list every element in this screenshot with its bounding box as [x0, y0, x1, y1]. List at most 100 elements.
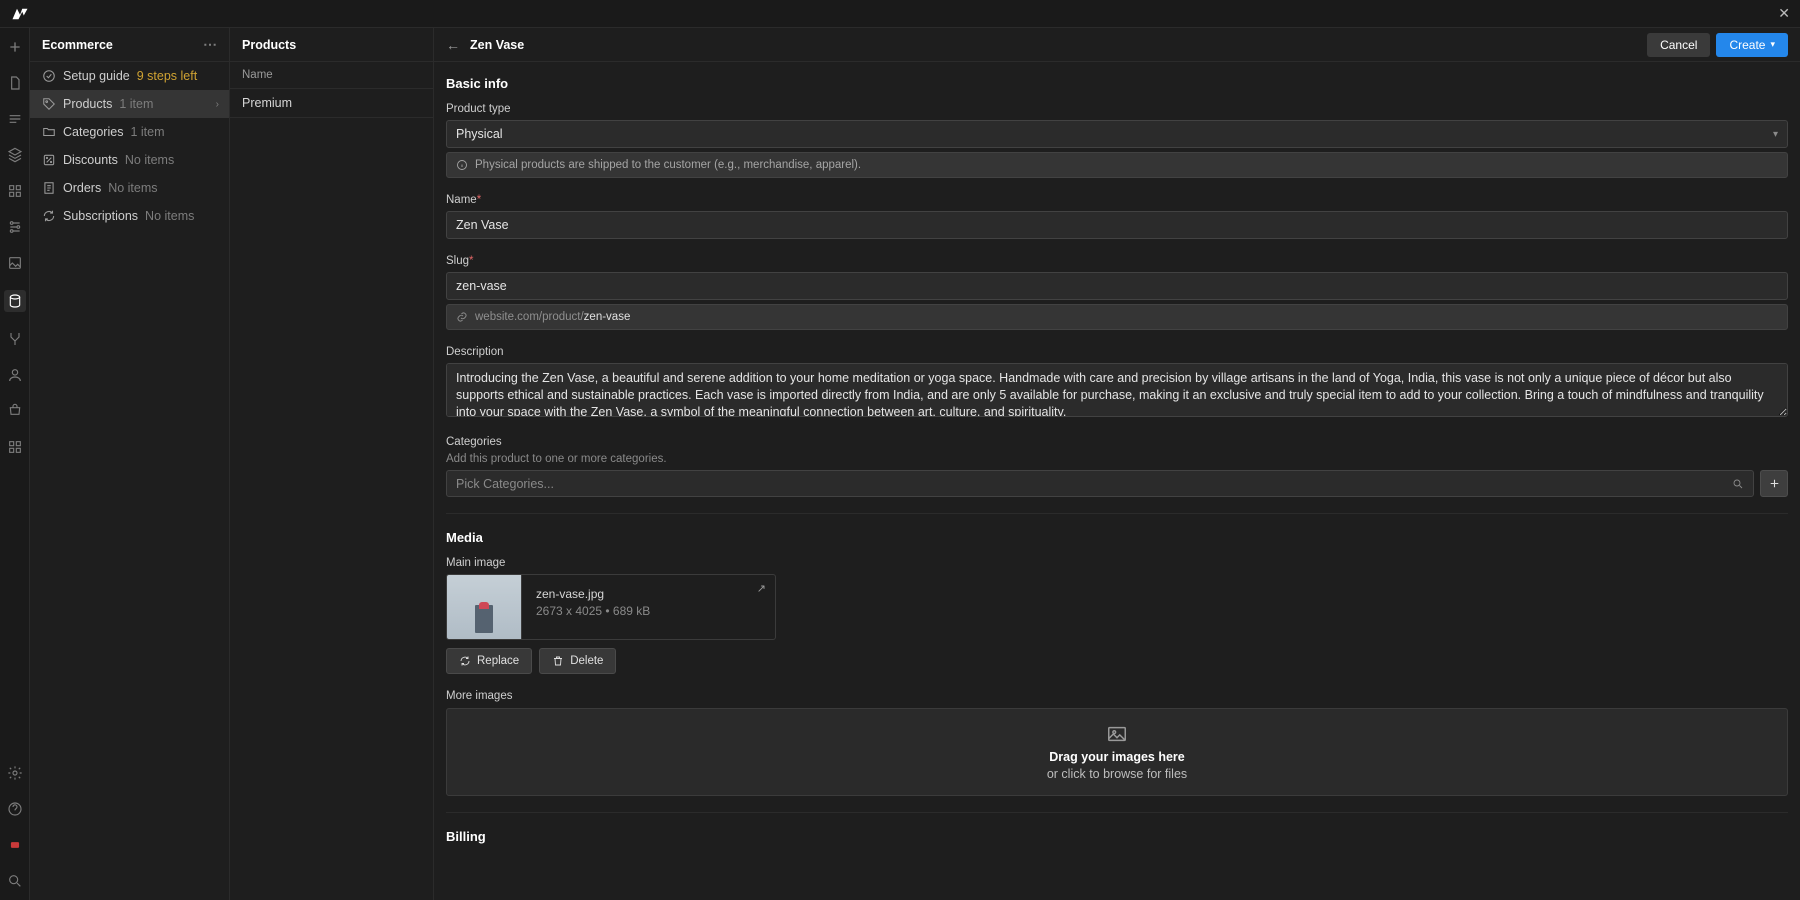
- more-images-dropzone[interactable]: Drag your images here or click to browse…: [446, 708, 1788, 796]
- label-main-image: Main image: [446, 557, 1788, 569]
- slug-input[interactable]: [446, 272, 1788, 300]
- sidebar-item-subscriptions[interactable]: Subscriptions No items: [30, 202, 229, 230]
- trash-icon: [552, 655, 564, 667]
- sidebar-item-meta: 1 item: [119, 97, 153, 111]
- sidebar-item-meta: No items: [145, 209, 194, 223]
- image-icon: [1106, 723, 1128, 745]
- plus-icon: [1768, 477, 1781, 490]
- products-list-panel: Products Name Premium: [230, 28, 434, 900]
- create-button-label: Create: [1729, 38, 1765, 52]
- product-type-value: Physical: [456, 127, 503, 141]
- name-input[interactable]: [446, 211, 1788, 239]
- assets-icon[interactable]: [6, 254, 24, 272]
- label-categories: Categories: [446, 436, 1788, 448]
- slug-url-slug: zen-vase: [584, 311, 631, 323]
- users-icon[interactable]: [6, 366, 24, 384]
- page-title: Zen Vase: [470, 38, 524, 52]
- label-description: Description: [446, 346, 1788, 358]
- add-icon[interactable]: [6, 38, 24, 56]
- percent-icon: [42, 153, 56, 167]
- product-type-select[interactable]: Physical ▾: [446, 120, 1788, 148]
- tag-icon: [42, 97, 56, 111]
- cancel-button[interactable]: Cancel: [1647, 33, 1710, 57]
- style-icon[interactable]: [6, 218, 24, 236]
- product-type-info: Physical products are shipped to the cus…: [446, 152, 1788, 178]
- sidebar-item-meta: No items: [125, 153, 174, 167]
- info-icon: [456, 159, 468, 171]
- nav-icon[interactable]: [6, 110, 24, 128]
- sidebar-item-meta: No items: [108, 181, 157, 195]
- add-category-button[interactable]: [1760, 470, 1788, 497]
- close-icon[interactable]: ✕: [1778, 5, 1790, 22]
- sidebar-menu-icon[interactable]: ⋯: [203, 36, 217, 53]
- sidebar-item-meta: 1 item: [130, 125, 164, 139]
- dropzone-title: Drag your images here: [1049, 750, 1184, 764]
- product-editor: ← Zen Vase Cancel Create ▾ Basic info Pr…: [434, 28, 1800, 900]
- label-more-images: More images: [446, 690, 1788, 702]
- sidebar-item-categories[interactable]: Categories 1 item: [30, 118, 229, 146]
- checkcircle-icon: [42, 69, 56, 83]
- main-image-thumbnail[interactable]: [447, 575, 522, 639]
- link-icon: [456, 311, 468, 323]
- chevron-right-icon: ›: [216, 99, 219, 110]
- categories-placeholder: Pick Categories...: [456, 477, 554, 491]
- create-button[interactable]: Create ▾: [1716, 33, 1788, 57]
- webflow-logo-icon[interactable]: [10, 4, 30, 24]
- dropzone-subtitle: or click to browse for files: [1047, 767, 1187, 781]
- sidebar-item-label: Products: [63, 97, 112, 111]
- sidebar-item-setup[interactable]: Setup guide 9 steps left: [30, 62, 229, 90]
- apps-icon[interactable]: [6, 438, 24, 456]
- logic-icon[interactable]: [6, 330, 24, 348]
- section-head-billing: Billing: [446, 829, 1788, 844]
- replace-icon: [459, 655, 471, 667]
- delete-label: Delete: [570, 655, 603, 667]
- components-icon[interactable]: [6, 146, 24, 164]
- categories-picker[interactable]: Pick Categories...: [446, 470, 1754, 497]
- section-head-media: Media: [446, 530, 1788, 545]
- folder-icon: [42, 125, 56, 139]
- slug-url-prefix: website.com/product/: [475, 311, 584, 323]
- sidebar-item-label: Subscriptions: [63, 209, 138, 223]
- sidebar-title: Ecommerce: [42, 38, 113, 52]
- receipt-icon: [42, 181, 56, 195]
- page-icon[interactable]: [6, 74, 24, 92]
- sidebar-item-products[interactable]: Products 1 item ›: [30, 90, 229, 118]
- left-toolbar: [0, 28, 30, 900]
- products-list-row[interactable]: Premium: [230, 89, 433, 118]
- replace-label: Replace: [477, 655, 519, 667]
- sidebar-item-orders[interactable]: Orders No items: [30, 174, 229, 202]
- ecommerce-sidebar: Ecommerce ⋯ Setup guide 9 steps left Pro…: [30, 28, 230, 900]
- main-image-filename: zen-vase.jpg: [536, 587, 650, 601]
- sidebar-item-label: Discounts: [63, 153, 118, 167]
- description-textarea[interactable]: [446, 363, 1788, 417]
- section-head-basic: Basic info: [446, 76, 1788, 91]
- sidebar-item-label: Categories: [63, 125, 123, 139]
- help-icon[interactable]: [6, 800, 24, 818]
- sidebar-item-label: Orders: [63, 181, 101, 195]
- search-icon[interactable]: [6, 872, 24, 890]
- slug-url-preview: website.com/product/zen-vase: [446, 304, 1788, 330]
- products-list-column-header: Name: [230, 62, 433, 89]
- cms-icon[interactable]: [4, 290, 26, 312]
- replace-image-button[interactable]: Replace: [446, 648, 532, 674]
- ecommerce-icon[interactable]: [6, 402, 24, 420]
- chevron-down-icon: ▾: [1770, 39, 1775, 50]
- video-icon[interactable]: [6, 836, 24, 854]
- chevron-down-icon: ▾: [1773, 129, 1778, 140]
- main-image-dimensions: 2673 x 4025 • 689 kB: [536, 604, 650, 618]
- settings-icon[interactable]: [6, 764, 24, 782]
- search-icon: [1732, 478, 1744, 490]
- products-list-title: Products: [230, 28, 433, 62]
- main-image-card: zen-vase.jpg 2673 x 4025 • 689 kB ↗: [446, 574, 776, 640]
- sidebar-item-discounts[interactable]: Discounts No items: [30, 146, 229, 174]
- variables-icon[interactable]: [6, 182, 24, 200]
- expand-icon[interactable]: ↗: [757, 582, 766, 595]
- back-arrow-icon[interactable]: ←: [446, 37, 460, 53]
- sidebar-item-label: Setup guide: [63, 69, 130, 83]
- sidebar-item-meta: 9 steps left: [137, 69, 197, 83]
- delete-image-button[interactable]: Delete: [539, 648, 616, 674]
- product-type-info-text: Physical products are shipped to the cus…: [475, 159, 861, 171]
- sublabel-categories: Add this product to one or more categori…: [446, 453, 1788, 465]
- label-product-type: Product type: [446, 103, 1788, 115]
- label-name: Name*: [446, 194, 1788, 206]
